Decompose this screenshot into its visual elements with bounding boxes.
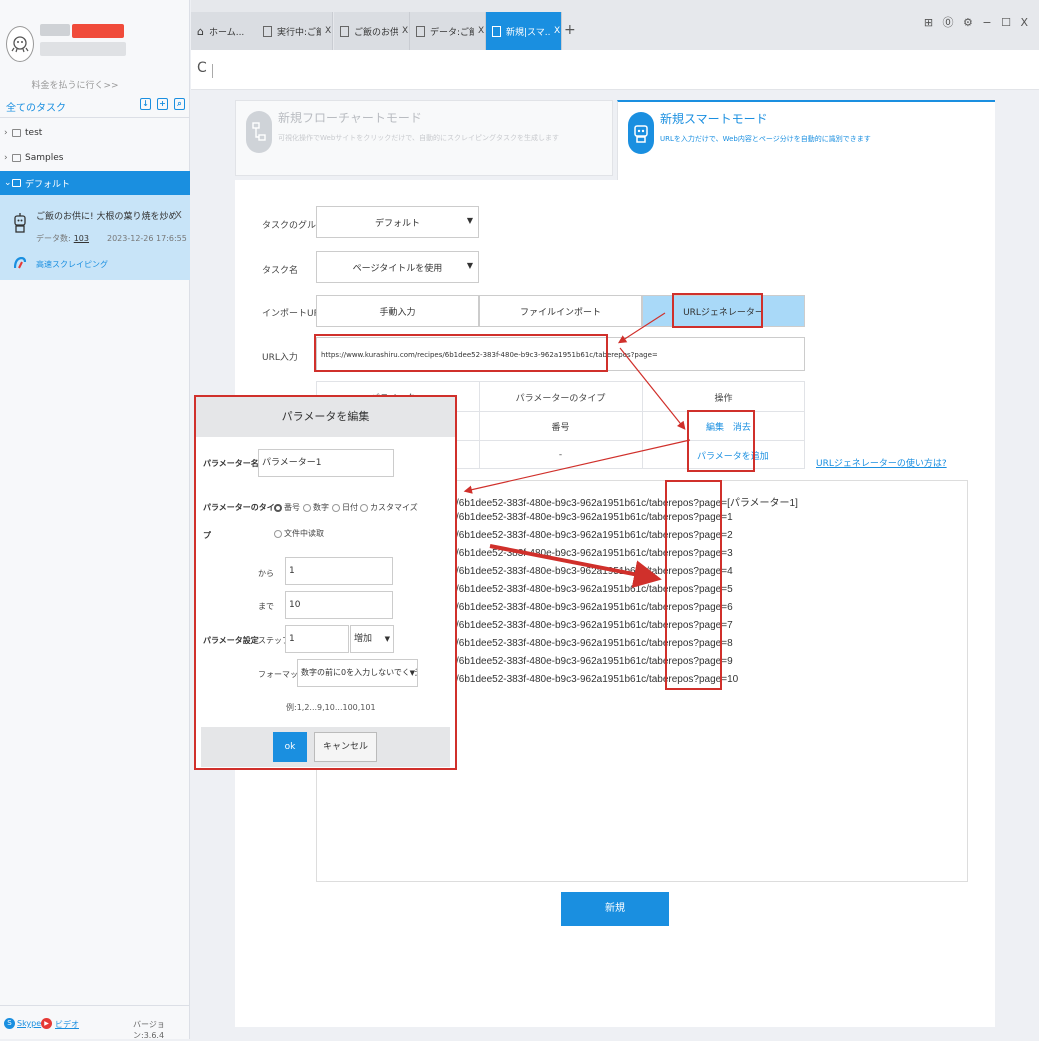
radio-label: カスタマイズ (370, 503, 418, 512)
param-type-label: パラメーターのタイ (203, 503, 275, 512)
type-radio-digit[interactable]: 数字 (303, 502, 329, 513)
cancel-button[interactable]: キャンセル (314, 732, 377, 762)
arrow-url-to-actions (619, 347, 686, 430)
type-radio-number[interactable]: 番号 (274, 502, 300, 513)
type-radio-custom[interactable]: カスタマイズ (360, 502, 418, 513)
radio-label: 番号 (284, 503, 300, 512)
radio-icon (274, 529, 282, 538)
caret-down-icon: ▼ (384, 635, 390, 643)
radio-label: 文件中读取 (284, 529, 324, 538)
dialog-title: パラメータを編集 (196, 397, 455, 437)
radio-label: 日付 (342, 503, 358, 512)
ok-button[interactable]: ok (273, 732, 307, 762)
param-settings-label: パラメータ設定 (203, 636, 259, 645)
arrow-generator-to-url (617, 312, 666, 344)
radio-icon (332, 503, 340, 512)
arrow-actions-to-dialog (463, 439, 691, 494)
from-input[interactable]: 1 (285, 557, 393, 585)
caret-down-icon: ▼ (409, 660, 415, 686)
edit-parameter-dialog: パラメータを編集 パラメーター名 パラメーター1 パラメーターのタイ プ 番号 … (194, 395, 457, 770)
radio-checked-icon (274, 503, 282, 512)
dialog-footer: ok キャンセル (201, 727, 450, 767)
to-label: まで (258, 602, 274, 611)
from-label: から (258, 569, 274, 578)
type-radio-date[interactable]: 日付 (332, 502, 358, 513)
radio-label: 数字 (313, 503, 329, 512)
param-name-label: パラメーター名 (203, 459, 259, 468)
param-name-input[interactable]: パラメーター1 (258, 449, 394, 477)
radio-icon (360, 503, 368, 512)
type-radio-file[interactable]: 文件中读取 (274, 528, 324, 539)
direction-select[interactable]: 増加 ▼ (350, 625, 394, 653)
param-type-label-cont: プ (203, 531, 211, 540)
annotation-arrows (463, 312, 691, 588)
to-input[interactable]: 10 (285, 591, 393, 619)
format-example: 例:1,2...9,10...100,101 (286, 703, 376, 712)
arrow-to-page-params (489, 544, 662, 588)
step-input[interactable]: 1 (285, 625, 349, 653)
format-select[interactable]: 数字の前に0を入力しないでください ▼ (297, 659, 418, 687)
format-value: 数字の前に0を入力しないでください (301, 668, 417, 677)
direction-value: 増加 (354, 634, 373, 644)
radio-icon (303, 503, 311, 512)
